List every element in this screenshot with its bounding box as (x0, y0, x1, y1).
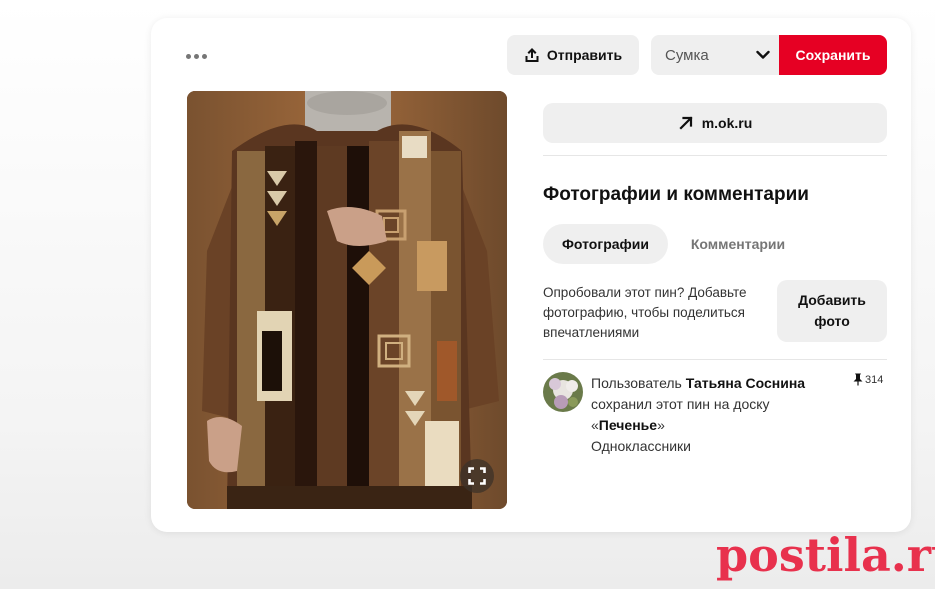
tab-comments-label: Комментарии (690, 236, 786, 252)
chevron-down-icon (756, 50, 770, 59)
avatar[interactable] (543, 372, 583, 412)
divider (543, 359, 887, 360)
pin-count: 314 (853, 373, 883, 386)
saved-by-middle: сохранил этот пин на доску (591, 396, 770, 412)
save-button[interactable]: Сохранить (779, 35, 887, 75)
saved-by-info: Пользователь Татьяна Соснина сохранил эт… (591, 373, 841, 457)
tab-comments[interactable]: Комментарии (673, 224, 803, 264)
tab-photos-label: Фотографии (561, 236, 649, 252)
add-photo-label: Добавить фото (798, 292, 866, 329)
expand-image-button[interactable] (460, 459, 494, 493)
share-upload-icon (525, 48, 539, 62)
tried-pin-prompt: Опробовали этот пин? Добавьте фотографию… (543, 285, 747, 340)
source-link-button[interactable]: m.ok.ru (543, 103, 887, 143)
avatar-image (543, 372, 583, 412)
tab-photos[interactable]: Фотографии (543, 224, 668, 264)
board-select[interactable]: Сумка (651, 35, 781, 75)
jacket-photo (187, 91, 507, 509)
more-options-icon[interactable] (181, 46, 211, 66)
send-button[interactable]: Отправить (507, 35, 639, 75)
divider (543, 155, 887, 156)
pin-count-value: 314 (865, 373, 884, 386)
section-title: Фотографии и комментарии (543, 184, 809, 205)
quote-close: » (657, 417, 665, 433)
pin-image[interactable] (187, 91, 507, 509)
pushpin-icon (853, 373, 863, 386)
site-name: Одноклассники (591, 438, 692, 454)
board-name-link[interactable]: Печенье (599, 417, 657, 433)
external-arrow-icon (679, 116, 693, 130)
user-name-link[interactable]: Татьяна Соснина (686, 375, 805, 391)
saved-by-prefix: Пользователь (591, 375, 686, 391)
save-button-label: Сохранить (795, 47, 871, 63)
quote-open: « (591, 417, 599, 433)
watermark: postila.ru (716, 528, 935, 582)
send-button-label: Отправить (546, 47, 623, 63)
source-link-label: m.ok.ru (701, 115, 753, 131)
board-select-value: Сумка (665, 46, 709, 64)
pin-card: Отправить Сумка Сохранить m.ok.ru Фотогр… (151, 18, 911, 532)
expand-icon (468, 467, 486, 485)
add-photo-button[interactable]: Добавить фото (777, 280, 887, 342)
